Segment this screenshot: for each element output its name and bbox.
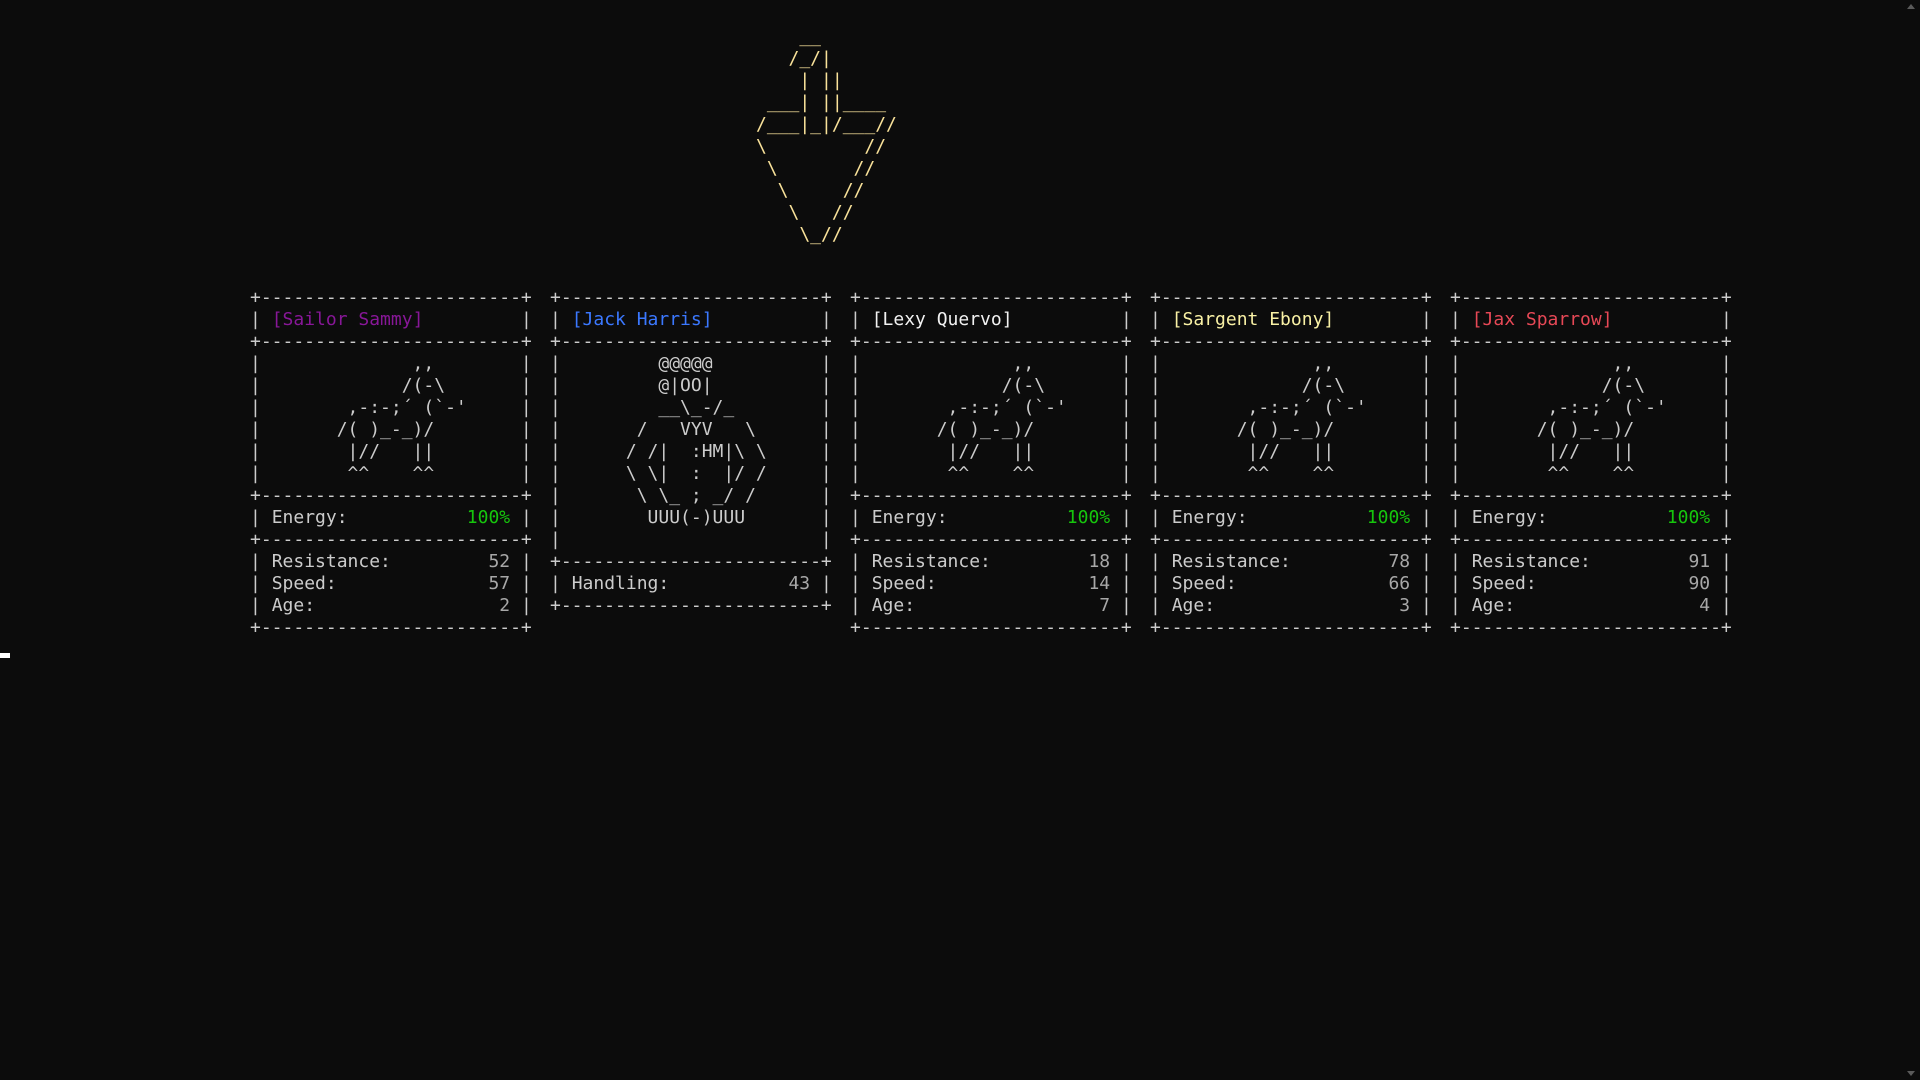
character-name: [Jax Sparrow] xyxy=(1471,309,1613,330)
character-card-frame: +------------------------+ | [Lexy Querv… xyxy=(850,287,1132,638)
speed-label: Speed: xyxy=(871,573,937,594)
character-card-frame: +------------------------+ | [Sargent Eb… xyxy=(1150,287,1432,638)
character-card: +------------------------+ | [Sailor Sam… xyxy=(250,287,532,639)
speed-value: 90 xyxy=(1688,573,1711,594)
resistance-label: Resistance: xyxy=(271,551,391,572)
character-name: [Sailor Sammy] xyxy=(271,309,424,330)
character-card-frame: +------------------------+ | [Jack Harri… xyxy=(550,287,832,616)
resistance-value: 52 xyxy=(488,551,511,572)
energy-value: 100% xyxy=(1066,507,1111,528)
resistance-value: 78 xyxy=(1388,551,1411,572)
terminal-scrollbar[interactable] xyxy=(1903,0,1920,1080)
character-card-frame: +------------------------+ | [Jax Sparro… xyxy=(1450,287,1732,638)
speed-value: 14 xyxy=(1088,573,1111,594)
resistance-value: 91 xyxy=(1688,551,1711,572)
speed-label: Speed: xyxy=(1471,573,1537,594)
handling-value: 43 xyxy=(788,573,811,594)
age-value: 2 xyxy=(499,595,511,616)
scroll-down-arrow-icon[interactable] xyxy=(1907,1071,1915,1076)
character-card: +------------------------+ | [Sargent Eb… xyxy=(1150,287,1432,639)
resistance-label: Resistance: xyxy=(1471,551,1591,572)
resistance-value: 18 xyxy=(1088,551,1111,572)
speed-value: 57 xyxy=(488,573,511,594)
resistance-label: Resistance: xyxy=(1171,551,1291,572)
character-name: [Jack Harris] xyxy=(571,309,713,330)
terminal-cursor xyxy=(0,653,10,658)
energy-label: Energy: xyxy=(1171,507,1248,528)
character-card: +------------------------+ | [Jack Harri… xyxy=(550,287,832,617)
energy-label: Energy: xyxy=(1471,507,1548,528)
speed-value: 66 xyxy=(1388,573,1411,594)
age-label: Age: xyxy=(1171,595,1216,616)
age-value: 3 xyxy=(1399,595,1411,616)
character-name: [Lexy Quervo] xyxy=(871,309,1013,330)
age-value: 4 xyxy=(1699,595,1711,616)
character-name: [Sargent Ebony] xyxy=(1171,309,1335,330)
character-card: +------------------------+ | [Lexy Querv… xyxy=(850,287,1132,639)
character-card-frame: +------------------------+ | [Sailor Sam… xyxy=(250,287,532,638)
energy-value: 100% xyxy=(1666,507,1711,528)
resistance-label: Resistance: xyxy=(871,551,991,572)
energy-label: Energy: xyxy=(271,507,348,528)
age-value: 7 xyxy=(1099,595,1111,616)
scroll-up-arrow-icon[interactable] xyxy=(1907,4,1915,9)
age-label: Age: xyxy=(271,595,316,616)
handling-label: Handling: xyxy=(571,573,670,594)
character-card: +------------------------+ | [Jax Sparro… xyxy=(1450,287,1732,639)
age-label: Age: xyxy=(871,595,916,616)
energy-label: Energy: xyxy=(871,507,948,528)
speed-label: Speed: xyxy=(1171,573,1237,594)
age-label: Age: xyxy=(1471,595,1516,616)
energy-value: 100% xyxy=(466,507,511,528)
energy-value: 100% xyxy=(1366,507,1411,528)
speed-label: Speed: xyxy=(271,573,337,594)
game-logo-art: __ /_/| | || ___| ||____ /___|_|/___// \… xyxy=(756,26,897,245)
